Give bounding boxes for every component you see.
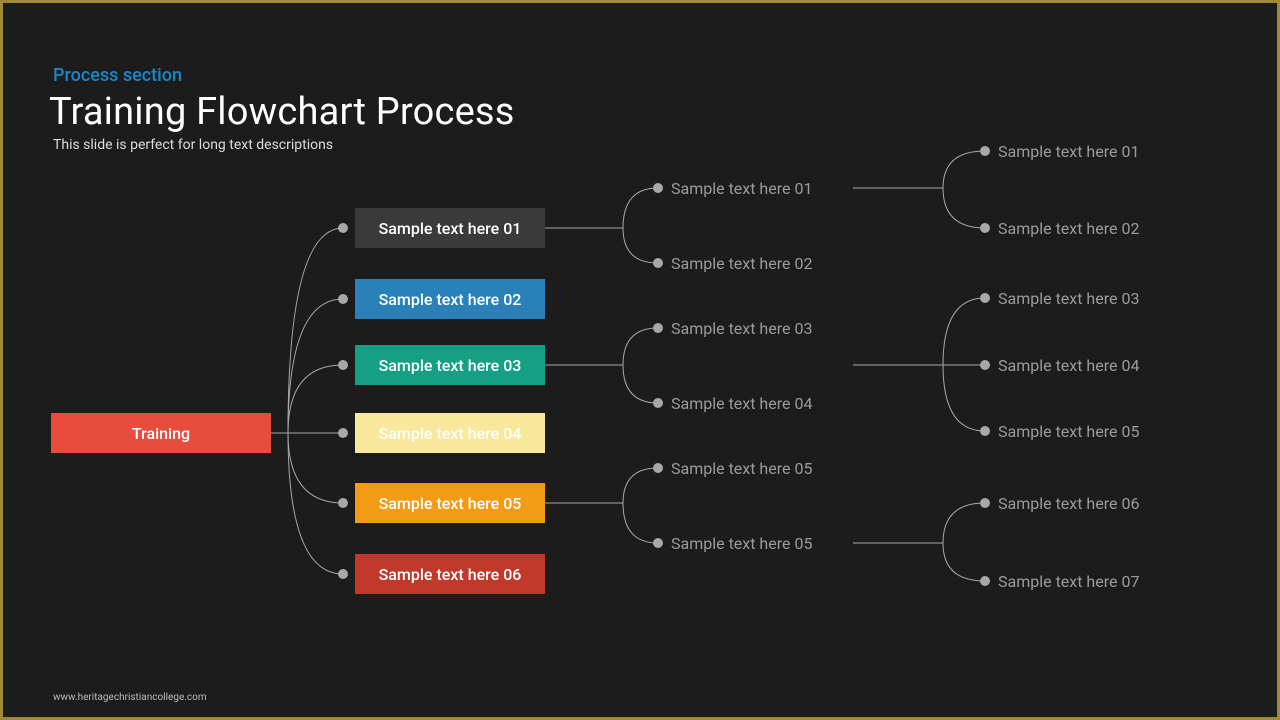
node-l1-5: Sample text here 05 (355, 483, 545, 523)
leaf-l3-4: Sample text here 04 (998, 356, 1139, 375)
node-label: Sample text here 04 (379, 424, 522, 443)
leaf-l3-5: Sample text here 05 (998, 422, 1139, 441)
leaf-l3-6: Sample text here 06 (998, 494, 1139, 513)
leaf-l2-2b: Sample text here 04 (671, 394, 812, 413)
leaf-l2-2a: Sample text here 03 (671, 319, 812, 338)
leaf-l3-3: Sample text here 03 (998, 289, 1139, 308)
root-node: Training (51, 413, 271, 453)
node-l1-4: Sample text here 04 (355, 413, 545, 453)
leaf-l2-3a: Sample text here 05 (671, 459, 812, 478)
leaf-l2-3b: Sample text here 05 (671, 534, 812, 553)
leaf-l3-7: Sample text here 07 (998, 572, 1139, 591)
footer-text: www.heritagechristiancollege.com (53, 692, 207, 703)
node-label: Sample text here 02 (379, 290, 522, 309)
leaf-l3-1: Sample text here 01 (998, 142, 1139, 161)
node-label: Sample text here 05 (379, 494, 522, 513)
node-l1-2: Sample text here 02 (355, 279, 545, 319)
node-l1-6: Sample text here 06 (355, 554, 545, 594)
root-label: Training (132, 424, 190, 443)
node-label: Sample text here 06 (379, 565, 522, 584)
node-l1-3: Sample text here 03 (355, 345, 545, 385)
leaf-l2-1a: Sample text here 01 (671, 179, 812, 198)
leaf-l2-1b: Sample text here 02 (671, 254, 812, 273)
node-label: Sample text here 03 (379, 356, 522, 375)
node-label: Sample text here 01 (379, 219, 522, 238)
leaf-l3-2: Sample text here 02 (998, 219, 1139, 238)
slide: Process section Training Flowchart Proce… (3, 3, 1277, 717)
node-l1-1: Sample text here 01 (355, 208, 545, 248)
